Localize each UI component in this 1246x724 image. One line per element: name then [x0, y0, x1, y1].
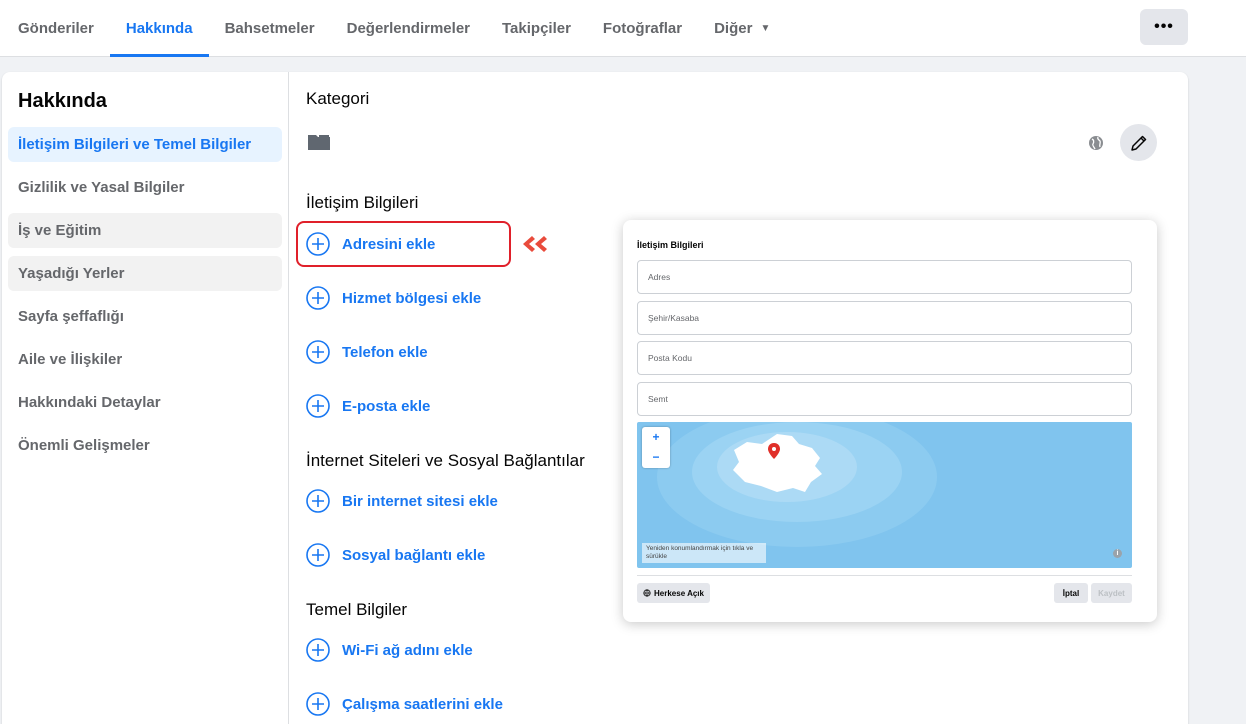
sidebar-item-label: İş ve Eğitim [18, 222, 102, 239]
map-hint-text: Yeniden konumlandırmak için tıkla ve sür… [642, 543, 766, 563]
tab-about[interactable]: Hakkında [109, 0, 209, 57]
sidebar-item-contact-basic-info[interactable]: İletişim Bilgileri ve Temel Bilgiler [8, 127, 282, 162]
plus-circle-icon [306, 232, 330, 256]
caret-down-icon: ▼ [760, 23, 771, 34]
info-icon[interactable]: i [1113, 549, 1122, 558]
sidebar-item-label: Gizlilik ve Yasal Bilgiler [18, 179, 185, 196]
about-sidebar: Hakkında İletişim Bilgileri ve Temel Bil… [2, 72, 289, 724]
add-label: Bir internet sitesi ekle [342, 492, 498, 510]
plus-circle-icon [306, 543, 330, 567]
cancel-button[interactable]: İptal [1054, 583, 1088, 603]
sidebar-item-label: İletişim Bilgileri ve Temel Bilgiler [18, 136, 252, 153]
zoom-out-button[interactable]: − [642, 447, 670, 467]
more-label: ••• [1154, 18, 1174, 35]
postal-code-input[interactable]: Posta Kodu [637, 341, 1132, 375]
basic-info-title: Temel Bilgiler [306, 600, 408, 619]
popup-divider [637, 575, 1132, 576]
field-placeholder: Semt [648, 394, 668, 404]
pencil-icon [1130, 135, 1146, 151]
tab-label: Fotoğraflar [602, 20, 683, 37]
add-label: Hizmet bölgesi ekle [342, 289, 482, 307]
sidebar-item-details[interactable]: Hakkındaki Detaylar [8, 385, 282, 420]
popup-title: İletişim Bilgileri [637, 240, 704, 250]
double-chevron-left-icon [523, 236, 547, 252]
contact-info-popup: İletişim Bilgileri Adres Şehir/Kasaba Po… [623, 220, 1157, 622]
map-zoom-controls: + − [642, 427, 670, 468]
sidebar-item-page-transparency[interactable]: Sayfa şeffaflığı [8, 299, 282, 334]
category-title: Kategori [306, 89, 370, 108]
sidebar-item-work-education[interactable]: İş ve Eğitim [8, 213, 282, 248]
save-label: Kaydet [1098, 588, 1125, 598]
plus-circle-icon [306, 638, 330, 662]
sidebar-item-label: Hakkındaki Detaylar [18, 394, 161, 411]
sidebar-item-privacy-legal[interactable]: Gizlilik ve Yasal Bilgiler [8, 170, 282, 205]
city-input[interactable]: Şehir/Kasaba [637, 301, 1132, 335]
websites-title: İnternet Siteleri ve Sosyal Bağlantılar [306, 451, 585, 470]
add-label: Wi-Fi ağ adını ekle [342, 641, 473, 659]
add-label: Sosyal bağlantı ekle [342, 546, 486, 564]
add-service-area-button[interactable]: Hizmet bölgesi ekle [306, 285, 481, 311]
page-tab-bar: Gönderiler Hakkında Bahsetmeler Değerlen… [0, 0, 1246, 57]
tab-mentions[interactable]: Bahsetmeler [209, 0, 331, 57]
sidebar-item-family-relationships[interactable]: Aile ve İlişkiler [8, 342, 282, 377]
sidebar-item-label: Yaşadığı Yerler [18, 265, 125, 282]
district-input[interactable]: Semt [637, 382, 1132, 416]
sidebar-title: Hakkında [18, 90, 107, 112]
add-label: Telefon ekle [342, 343, 428, 361]
add-wifi-button[interactable]: Wi-Fi ağ adını ekle [306, 637, 473, 663]
field-placeholder: Adres [648, 272, 671, 282]
cancel-label: İptal [1062, 588, 1080, 598]
audience-button[interactable]: Herkese Açık [637, 583, 710, 603]
folder-icon [308, 135, 330, 150]
plus-circle-icon [306, 394, 330, 418]
sidebar-item-label: Sayfa şeffaflığı [18, 308, 124, 325]
sidebar-item-life-events[interactable]: Önemli Gelişmeler [8, 428, 282, 463]
edit-category-button[interactable] [1120, 124, 1157, 161]
tab-label: Gönderiler [18, 20, 94, 37]
globe-icon[interactable] [1088, 135, 1104, 151]
contact-info-title: İletişim Bilgileri [306, 193, 419, 212]
plus-circle-icon [306, 692, 330, 716]
tab-label: Diğer [714, 20, 753, 37]
sidebar-item-label: Aile ve İlişkiler [18, 351, 123, 368]
plus-circle-icon [306, 286, 330, 310]
tab-label: Değerlendirmeler [346, 20, 470, 37]
sidebar-item-places-lived[interactable]: Yaşadığı Yerler [8, 256, 282, 291]
tab-label: Bahsetmeler [224, 20, 315, 37]
add-email-button[interactable]: E-posta ekle [306, 393, 430, 419]
zoom-in-button[interactable]: + [642, 427, 670, 447]
save-button[interactable]: Kaydet [1091, 583, 1132, 603]
tab-followers[interactable]: Takipçiler [486, 0, 587, 57]
add-hours-button[interactable]: Çalışma saatlerini ekle [306, 691, 503, 717]
add-phone-button[interactable]: Telefon ekle [306, 339, 428, 365]
field-placeholder: Posta Kodu [648, 353, 692, 363]
tab-label: Takipçiler [502, 20, 571, 37]
tab-photos[interactable]: Fotoğraflar [587, 0, 698, 57]
address-input[interactable]: Adres [637, 260, 1132, 294]
tab-label: Hakkında [125, 20, 193, 37]
add-label: Adresini ekle [342, 235, 436, 253]
sidebar-item-label: Önemli Gelişmeler [18, 437, 150, 454]
tab-more[interactable]: Diğer ▼ [698, 0, 786, 57]
tab-list: Gönderiler Hakkında Bahsetmeler Değerlen… [2, 0, 786, 57]
location-map[interactable]: + − Yeniden konumlandırmak için tıkla ve… [637, 422, 1132, 568]
add-website-button[interactable]: Bir internet sitesi ekle [306, 488, 498, 514]
tab-reviews[interactable]: Değerlendirmeler [331, 0, 486, 57]
plus-circle-icon [306, 340, 330, 364]
audience-label: Herkese Açık [654, 588, 704, 598]
add-address-button[interactable]: Adresini ekle [306, 231, 435, 257]
add-social-link-button[interactable]: Sosyal bağlantı ekle [306, 542, 485, 568]
plus-circle-icon [306, 489, 330, 513]
tab-posts[interactable]: Gönderiler [2, 0, 110, 57]
field-placeholder: Şehir/Kasaba [648, 313, 700, 323]
more-options-button[interactable]: ••• [1140, 9, 1188, 45]
add-label: E-posta ekle [342, 397, 431, 415]
globe-icon [643, 589, 651, 597]
add-label: Çalışma saatlerini ekle [342, 695, 503, 713]
